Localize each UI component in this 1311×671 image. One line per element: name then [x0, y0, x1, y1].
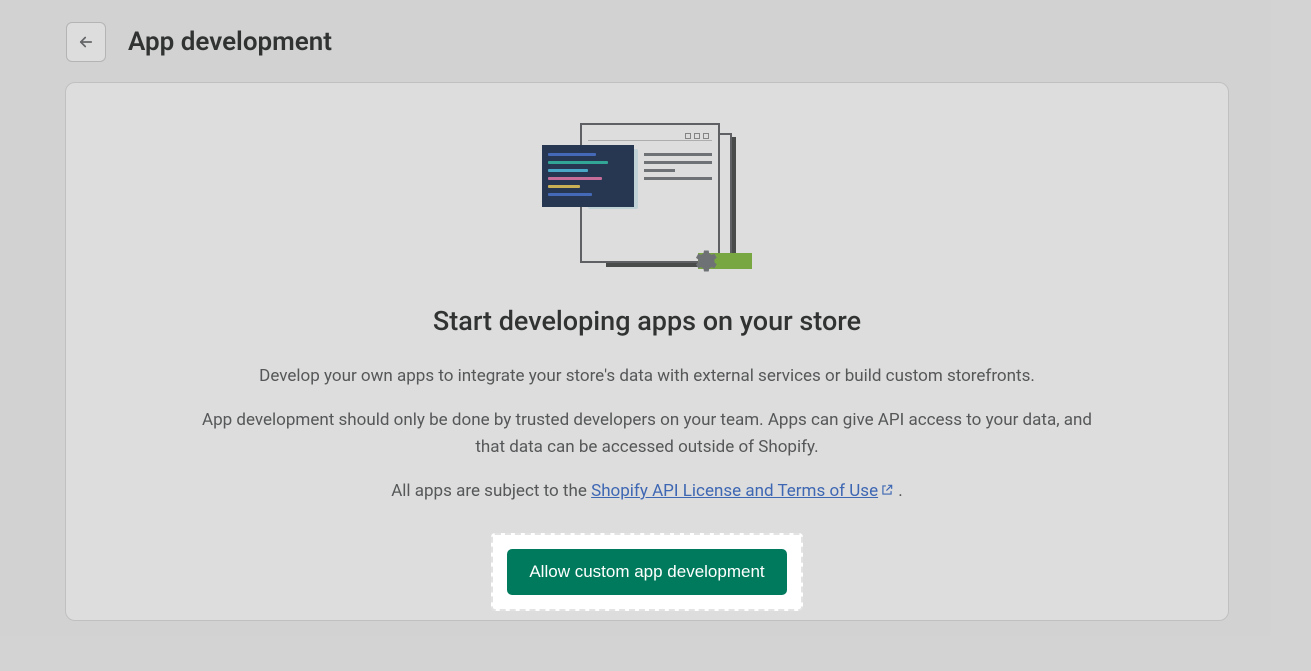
arrow-left-icon — [77, 33, 95, 51]
external-link-icon — [880, 479, 894, 505]
card-description-1: Develop your own apps to integrate your … — [187, 363, 1107, 389]
back-button[interactable] — [66, 22, 106, 62]
content-card: Start developing apps on your store Deve… — [65, 82, 1229, 621]
hero-illustration — [542, 123, 752, 283]
legal-prefix: All apps are subject to the — [391, 481, 591, 501]
card-description-2: App development should only be done by t… — [187, 407, 1107, 460]
card-legal-text: All apps are subject to the Shopify API … — [187, 478, 1107, 505]
gear-icon — [690, 247, 718, 275]
allow-custom-app-development-button[interactable]: Allow custom app development — [507, 549, 786, 595]
page-title: App development — [128, 27, 332, 57]
card-heading: Start developing apps on your store — [126, 305, 1168, 337]
api-license-link[interactable]: Shopify API License and Terms of Use — [591, 481, 894, 501]
cta-highlight-box: Allow custom app development — [491, 533, 802, 611]
legal-suffix: . — [894, 481, 903, 501]
page-header: App development — [0, 0, 1311, 62]
